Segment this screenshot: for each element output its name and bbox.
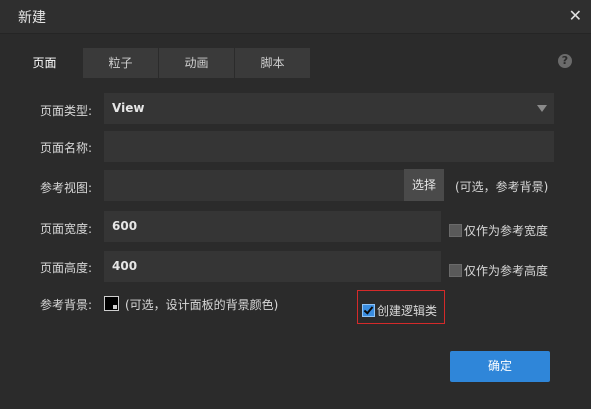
tab-bar: 页面 粒子 动画 脚本 [7, 48, 311, 78]
help-icon[interactable]: ? [558, 54, 572, 68]
page-name-label: 页面名称: [40, 141, 93, 155]
dialog-title: 新建 [18, 10, 46, 26]
page-type-value: View [112, 101, 145, 115]
tab-script[interactable]: 脚本 [235, 48, 311, 78]
ok-button[interactable]: 确定 [450, 351, 550, 382]
ref-width-checkbox-box[interactable] [449, 224, 462, 237]
tab-animation[interactable]: 动画 [159, 48, 235, 78]
page-name-input[interactable] [104, 131, 554, 162]
create-logic-checkbox-box[interactable] [362, 304, 375, 317]
ref-width-checkbox[interactable]: 仅作为参考宽度 [449, 222, 548, 239]
ref-height-checkbox[interactable]: 仅作为参考高度 [449, 262, 548, 279]
page-type-select[interactable]: View [104, 93, 554, 124]
ref-height-checkbox-box[interactable] [449, 264, 462, 277]
page-height-input[interactable]: 400 [104, 251, 441, 282]
page-height-label: 页面高度: [40, 261, 93, 275]
ref-view-hint: (可选，参考背景) [455, 180, 549, 194]
page-width-label: 页面宽度: [40, 222, 93, 236]
ref-bg-label: 参考背景: [40, 298, 93, 312]
ref-height-checkbox-label: 仅作为参考高度 [464, 264, 549, 278]
select-button[interactable]: 选择 [404, 169, 444, 201]
page-width-input[interactable]: 600 [104, 211, 441, 242]
form-panel: 页面类型: View 页面名称: 参考视图: 选择 (可选，参考背景) 页面宽度… [7, 78, 584, 404]
create-logic-checkbox-label: 创建逻辑类 [377, 304, 438, 318]
close-icon[interactable]: ✕ [569, 6, 582, 25]
ref-view-input[interactable] [104, 170, 404, 201]
ref-view-label: 参考视图: [40, 181, 93, 195]
tab-page[interactable]: 页面 [7, 48, 83, 78]
page-type-label: 页面类型: [40, 104, 93, 118]
create-logic-checkbox[interactable]: 创建逻辑类 [362, 302, 437, 319]
bg-color-swatch[interactable] [104, 296, 119, 311]
ref-width-checkbox-label: 仅作为参考宽度 [464, 224, 549, 238]
chevron-down-icon [537, 105, 547, 112]
title-bar: 新建 ✕ [0, 0, 591, 34]
ref-bg-hint: (可选，设计面板的背景颜色) [125, 298, 279, 312]
tab-particle[interactable]: 粒子 [83, 48, 159, 78]
